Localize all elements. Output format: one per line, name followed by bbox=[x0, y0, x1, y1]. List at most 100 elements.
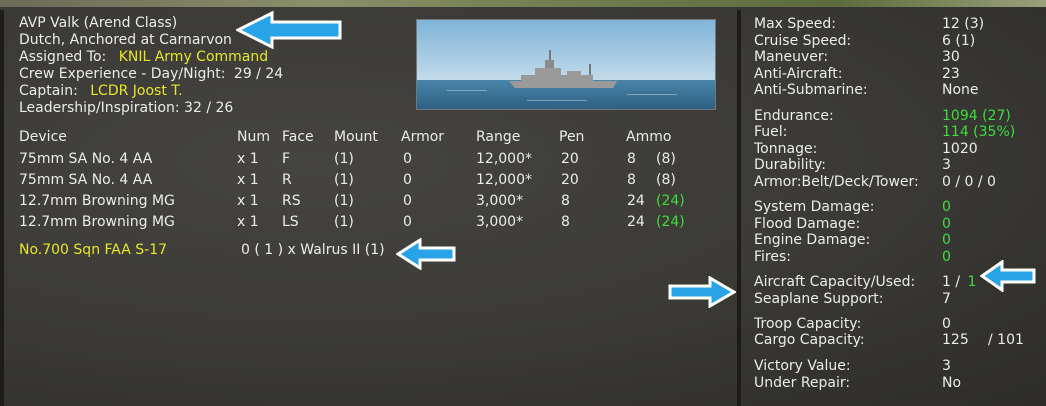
arrow-icon bbox=[236, 10, 342, 50]
device-face: F bbox=[282, 151, 291, 167]
cargo-value: 125 bbox=[942, 332, 969, 348]
max-speed-value: 12 (3) bbox=[942, 16, 985, 32]
column-divider bbox=[737, 10, 741, 406]
device-mount: (1) bbox=[334, 214, 354, 230]
arrow-icon bbox=[668, 276, 736, 308]
aa-value: 23 bbox=[942, 66, 960, 82]
device-name: 12.7mm Browning MG bbox=[19, 193, 175, 209]
seaplane-label: Seaplane Support: bbox=[754, 291, 884, 307]
col-header-range[interactable]: Range bbox=[476, 129, 520, 145]
device-name: 12.7mm Browning MG bbox=[19, 214, 175, 230]
durability-value: 3 bbox=[942, 157, 951, 173]
device-pen: 8 bbox=[561, 214, 570, 230]
endurance-value: 1094 (27) bbox=[942, 108, 1011, 124]
arrow-icon bbox=[396, 238, 456, 270]
device-range: 12,000* bbox=[476, 172, 532, 188]
device-mount: (1) bbox=[334, 151, 354, 167]
air-unit-detail: 0 ( 1 ) x Walrus II (1) bbox=[241, 242, 385, 258]
engine-dmg-label: Engine Damage: bbox=[754, 232, 871, 248]
air-unit-link[interactable]: No.700 Sqn FAA S-17 bbox=[19, 242, 167, 258]
col-header-ammo[interactable]: Ammo bbox=[626, 129, 671, 145]
cargo-label: Cargo Capacity: bbox=[754, 332, 865, 348]
flood-dmg-value: 0 bbox=[942, 216, 951, 232]
assigned-hq-link[interactable]: KNIL Army Command bbox=[119, 49, 268, 65]
victory-label: Victory Value: bbox=[754, 358, 851, 374]
device-face: LS bbox=[282, 214, 299, 230]
device-mount: (1) bbox=[334, 193, 354, 209]
device-ammo-max: (24) bbox=[656, 193, 685, 209]
device-num: x 1 bbox=[237, 151, 259, 167]
col-header-armor[interactable]: Armor bbox=[401, 129, 444, 145]
map-strip bbox=[0, 0, 1046, 7]
device-num: x 1 bbox=[237, 214, 259, 230]
device-name: 75mm SA No. 4 AA bbox=[19, 151, 153, 167]
col-header-face[interactable]: Face bbox=[282, 129, 314, 145]
col-header-pen[interactable]: Pen bbox=[559, 129, 584, 145]
endurance-label: Endurance: bbox=[754, 108, 834, 124]
cruise-speed-label: Cruise Speed: bbox=[754, 33, 852, 49]
device-armor: 0 bbox=[403, 193, 412, 209]
device-armor: 0 bbox=[403, 151, 412, 167]
device-name: 75mm SA No. 4 AA bbox=[19, 172, 153, 188]
seaplane-value: 7 bbox=[942, 291, 951, 307]
device-ammo-max: (8) bbox=[656, 151, 676, 167]
col-header-num[interactable]: Num bbox=[237, 129, 270, 145]
repair-value: No bbox=[942, 375, 962, 391]
ship-name: AVP Valk (Arend Class) bbox=[19, 15, 178, 31]
device-mount: (1) bbox=[334, 172, 354, 188]
device-ammo-max: (24) bbox=[656, 214, 685, 230]
left-border bbox=[0, 10, 4, 406]
aircraft-used-value: 1 bbox=[967, 274, 977, 290]
fires-label: Fires: bbox=[754, 249, 791, 265]
col-header-mount[interactable]: Mount bbox=[334, 129, 378, 145]
device-num: x 1 bbox=[237, 193, 259, 209]
cargo-value-2: / 101 bbox=[988, 332, 1024, 348]
device-pen: 20 bbox=[561, 151, 579, 167]
ship-status: Dutch, Anchored at Carnarvon bbox=[19, 32, 232, 48]
sys-dmg-label: System Damage: bbox=[754, 199, 875, 215]
crew-value: 29 / 24 bbox=[233, 66, 284, 82]
device-range: 3,000* bbox=[476, 193, 524, 209]
device-range: 12,000* bbox=[476, 151, 532, 167]
device-face: R bbox=[282, 172, 292, 188]
device-ammo-max: (8) bbox=[656, 172, 676, 188]
aircraft-cap-row: 1 / 1 bbox=[942, 274, 976, 290]
maneuver-label: Maneuver: bbox=[754, 49, 829, 65]
ship-photo-art bbox=[417, 20, 715, 109]
ship-photo[interactable] bbox=[416, 19, 716, 110]
engine-dmg-value: 0 bbox=[942, 232, 951, 248]
victory-value: 3 bbox=[942, 358, 951, 374]
fuel-value: 114 (35%) bbox=[942, 124, 1016, 140]
fires-value: 0 bbox=[942, 249, 951, 265]
maneuver-value: 30 bbox=[942, 49, 960, 65]
device-ammo: 24 bbox=[627, 214, 645, 230]
device-ammo: 8 bbox=[627, 172, 636, 188]
device-ammo: 8 bbox=[627, 151, 636, 167]
max-speed-label: Max Speed: bbox=[754, 16, 836, 32]
captain-link[interactable]: LCDR Joost T. bbox=[90, 83, 182, 99]
captain-label: Captain: bbox=[19, 83, 78, 99]
leadership-row: Leadership/Inspiration: 32 / 26 bbox=[19, 100, 234, 116]
aa-label: Anti-Aircraft: bbox=[754, 66, 843, 82]
troop-label: Troop Capacity: bbox=[754, 316, 862, 332]
assigned-label: Assigned To: bbox=[19, 49, 107, 65]
asw-value: None bbox=[942, 82, 979, 98]
col-header-device[interactable]: Device bbox=[19, 129, 67, 145]
device-range: 3,000* bbox=[476, 214, 524, 230]
device-num: x 1 bbox=[237, 172, 259, 188]
armor-value: 0 / 0 / 0 bbox=[942, 174, 996, 190]
fuel-label: Fuel: bbox=[754, 124, 788, 140]
sys-dmg-value: 0 bbox=[942, 199, 951, 215]
armor-label: Armor:Belt/Deck/Tower: bbox=[754, 174, 919, 190]
aircraft-cap-label: Aircraft Capacity/Used: bbox=[754, 274, 916, 290]
arrow-icon bbox=[980, 260, 1036, 292]
tonnage-value: 1020 bbox=[942, 141, 978, 157]
flood-dmg-label: Flood Damage: bbox=[754, 216, 861, 232]
durability-label: Durability: bbox=[754, 157, 827, 173]
aircraft-cap-value: 1 / bbox=[942, 274, 961, 290]
assigned-row: Assigned To: KNIL Army Command bbox=[19, 49, 268, 65]
troop-value: 0 bbox=[942, 316, 951, 332]
device-ammo: 24 bbox=[627, 193, 645, 209]
device-face: RS bbox=[282, 193, 301, 209]
ship-detail-panel: AVP Valk (Arend Class) Dutch, Anchored a… bbox=[0, 0, 1046, 406]
